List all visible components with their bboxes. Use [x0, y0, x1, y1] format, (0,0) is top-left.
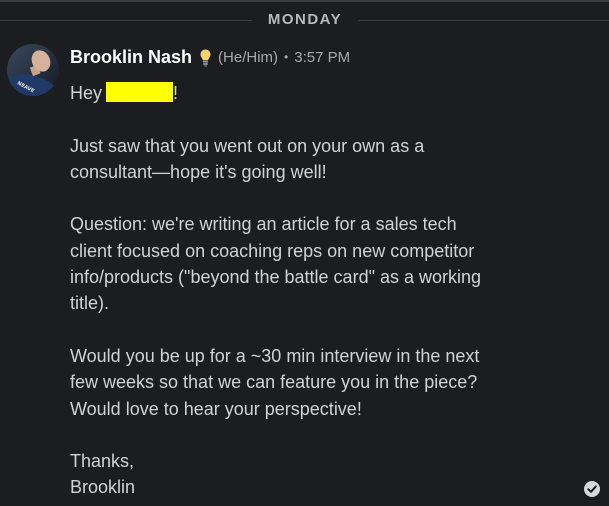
text-line: Just saw that you went out on your own a… [70, 135, 425, 156]
text-line: Brooklin [70, 477, 136, 498]
greeting-line: Hey! [70, 80, 570, 106]
redaction-box [106, 82, 174, 102]
paragraph-2: Question: we're writing an article for a… [70, 211, 570, 316]
checkmark-circle-icon [584, 481, 600, 497]
divider-rule-right [358, 20, 609, 21]
sender-name[interactable]: Brooklin Nash [70, 47, 192, 68]
text-line: title). [70, 293, 110, 314]
lightbulb-icon[interactable] [200, 49, 211, 67]
greeting-prefix: Hey [70, 83, 103, 103]
separator-dot: • [284, 50, 289, 64]
pronouns: (He/Him) [218, 48, 279, 66]
day-divider: MONDAY [0, 2, 609, 38]
text-line: Would you be up for a ~30 min interview … [70, 345, 480, 366]
message-header: Brooklin Nash (He/Him) • 3:57 PM [70, 45, 350, 69]
message-pane: MONDAY NEAVE Brooklin Nash (He/Him) • 3:… [0, 0, 609, 506]
message-body: Hey! Just saw that you went out on your … [70, 80, 570, 501]
avatar[interactable]: NEAVE [7, 44, 59, 96]
text-line: few weeks so that we can feature you in … [70, 372, 478, 393]
divider-rule-left [0, 20, 252, 21]
text-line: Would love to hear your perspective! [70, 398, 362, 419]
text-line: Thanks, [70, 451, 135, 472]
sign-off: Thanks, Brooklin [70, 448, 570, 501]
greeting-suffix: ! [173, 83, 179, 103]
avatar-photo: NEAVE [7, 44, 59, 96]
text-line: Question: we're writing an article for a… [70, 214, 457, 235]
paragraph-1: Just saw that you went out on your own a… [70, 133, 570, 186]
text-line: consultant—hope it's going well! [70, 161, 327, 182]
text-line: info/products ("beyond the battle card" … [70, 267, 482, 288]
timestamp[interactable]: 3:57 PM [294, 49, 350, 66]
paragraph-3: Would you be up for a ~30 min interview … [70, 343, 570, 422]
text-line: client focused on coaching reps on new c… [70, 240, 475, 261]
day-divider-label[interactable]: MONDAY [252, 11, 358, 28]
